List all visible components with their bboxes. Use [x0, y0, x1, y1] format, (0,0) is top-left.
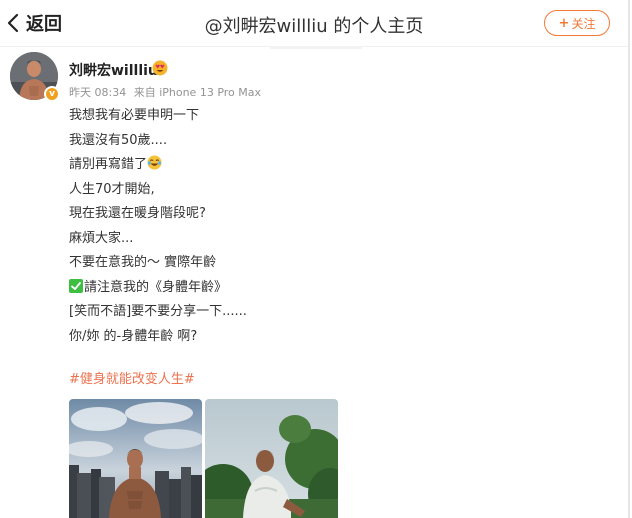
- post-photo-1[interactable]: [69, 399, 202, 518]
- top-bar: 返回 @刘畊宏willliu 的个人主页 + 关注: [0, 0, 628, 47]
- post-time: 昨天 08:34: [69, 86, 127, 99]
- post-line: 我還沒有50歲....: [69, 132, 168, 148]
- photo-image: [205, 399, 338, 518]
- photo-image: [69, 399, 202, 518]
- page-title: @刘畊宏willliu 的个人主页: [204, 16, 424, 37]
- post-source: 来自 iPhone 13 Pro Max: [133, 86, 262, 99]
- post-line: [笑而不語]要不要分享一下......: [69, 304, 247, 319]
- post-line: 請注意我的《身體年齡》: [69, 276, 589, 301]
- post-line: 請別再寫錯了: [69, 153, 589, 178]
- check-mark-emoji-icon: [69, 278, 83, 293]
- follow-button[interactable]: + 关注: [544, 10, 610, 36]
- laugh-crying-emoji-icon: [147, 155, 162, 170]
- follow-label: 关注: [571, 16, 596, 31]
- post-line: 我想我有必要申明一下: [69, 108, 200, 123]
- post-text: 我想我有必要申明一下 我還沒有50歲.... 請別再寫錯了 人生70才開始, 現…: [69, 104, 589, 349]
- post-line-text: 請別再寫錯了: [69, 157, 148, 172]
- post-line-text: 請注意我的《身體年齡》: [84, 279, 228, 295]
- post-line: 現在我還在暖身階段呢?: [69, 206, 206, 221]
- verified-badge: v: [44, 86, 60, 102]
- post-line: 麻煩大家...: [69, 230, 134, 246]
- username[interactable]: 刘畊宏willliu: [69, 60, 158, 80]
- plus-icon: +: [558, 15, 570, 31]
- post-meta: 昨天 08:34 来自 iPhone 13 Pro Max: [69, 84, 265, 100]
- profile-page: 返回 @刘畊宏willliu 的个人主页 + 关注 v 刘畊宏willliu 昨…: [0, 0, 630, 518]
- post-line: 你/妳 的-身體年齡 啊?: [69, 328, 198, 344]
- post-line: 人生70才開始,: [69, 181, 155, 197]
- header-scroll-indicator: [270, 46, 362, 49]
- post-photo-2[interactable]: [205, 399, 338, 518]
- post-line: 不要在意我的～ 實際年齡: [69, 255, 217, 270]
- hashtag-link[interactable]: #健身就能改变人生#: [69, 368, 195, 387]
- heart-eyes-emoji-icon: [152, 60, 168, 76]
